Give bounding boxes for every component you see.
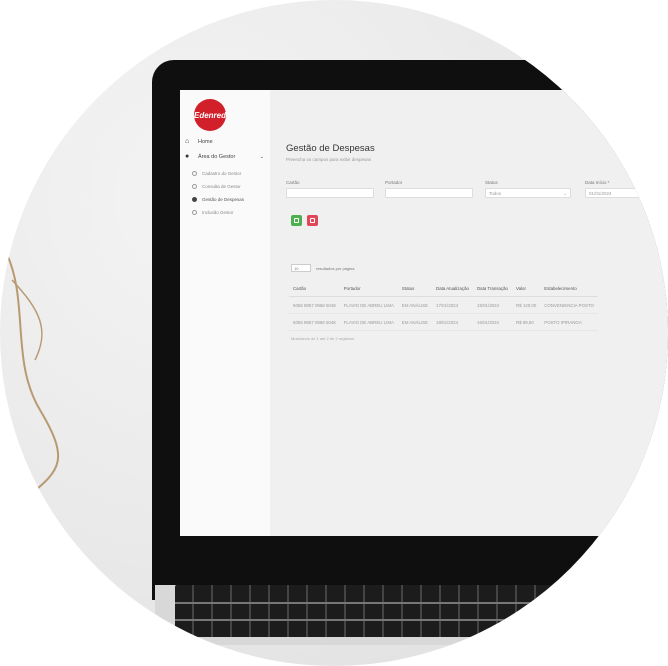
sidebar-subitem-label: Gestão de Despesas <box>202 197 245 202</box>
cell: FLAVIO DE ABREU LIMA <box>339 313 398 331</box>
bullet-icon <box>192 184 197 189</box>
cell: EM ANÁLISE <box>397 313 433 331</box>
sidebar-subitem-label: Inclusão Gestor <box>202 210 234 215</box>
cell: R$ 120,00 <box>512 296 541 314</box>
cell: 16/01/2024 <box>473 313 512 331</box>
page-title: Gestão de Despesas <box>286 143 375 154</box>
cell: 15/01/2024 <box>473 296 512 314</box>
data-inicio-input[interactable]: 01/01/2024 <box>585 188 665 198</box>
edenred-logo: Edenred <box>194 99 226 131</box>
cell: R$ 89,50 <box>512 313 541 331</box>
sidebar-item-label: Área do Gestor <box>198 153 236 160</box>
perpage-label: resultados por página <box>316 265 355 271</box>
portador-input[interactable] <box>385 188 473 198</box>
sidebar-item-area-gestor[interactable]: ● Área do Gestor ⌄ <box>180 153 270 160</box>
trash-icon <box>310 218 315 223</box>
sidebar-subitem-gestao-despesas[interactable]: Gestão de Despesas <box>180 197 244 202</box>
status-select[interactable]: Todos ⌄ <box>485 188 571 198</box>
column-header[interactable]: Portador <box>339 280 398 297</box>
sidebar-item-label: Home <box>198 138 213 145</box>
data-inicio-value: 01/01/2024 <box>589 191 612 196</box>
cell: 5055 8957 0968 5048 <box>289 296 340 314</box>
bullet-icon <box>192 210 197 215</box>
laptop-keyboard <box>155 585 668 645</box>
cell: 17/01/2024 <box>432 296 473 314</box>
column-header[interactable]: Valor <box>512 280 541 297</box>
table-row[interactable]: 5055 8957 0968 5048 FLAVIO DE ABREU LIMA… <box>289 296 598 314</box>
plant-decoration <box>4 249 59 496</box>
column-header[interactable]: Estabelecimento <box>540 280 598 297</box>
bullet-icon <box>192 197 197 202</box>
sidebar: Edenred ⌂ Home ● Área do Gestor ⌄ Cadast… <box>180 90 270 536</box>
perpage-select-value: 10 <box>294 266 299 271</box>
sidebar-subitem-cadastro[interactable]: Cadastro do Gestor <box>180 171 241 176</box>
search-icon <box>294 218 299 223</box>
cell: FLAVIO DE ABREU LIMA <box>339 296 398 314</box>
background-circle: Edenred ⌂ Home ● Área do Gestor ⌄ Cadast… <box>0 0 668 666</box>
sidebar-subitem-label: Cadastro do Gestor <box>202 171 242 176</box>
column-header[interactable]: Data Transação <box>473 280 512 297</box>
sidebar-subitem-consulta[interactable]: Consulta de Gestor <box>180 184 241 189</box>
status-select-value: Todos <box>489 191 502 196</box>
table-row[interactable]: 5055 8957 0968 5048 FLAVIO DE ABREU LIMA… <box>289 313 598 331</box>
chevron-down-icon: ⌄ <box>563 191 567 196</box>
laptop: Edenred ⌂ Home ● Área do Gestor ⌄ Cadast… <box>152 60 668 600</box>
main-content: Gestão de Despesas Preencha os campos pa… <box>270 90 668 536</box>
portador-label: Portador <box>385 180 403 185</box>
status-label: Status <box>485 180 498 185</box>
column-header[interactable]: Status <box>397 280 433 297</box>
clear-button[interactable] <box>307 215 318 226</box>
app-screen: Edenred ⌂ Home ● Área do Gestor ⌄ Cadast… <box>180 90 668 536</box>
chevron-down-icon: ⌄ <box>259 153 264 160</box>
search-button[interactable] <box>291 215 302 226</box>
home-icon: ⌂ <box>185 138 190 145</box>
sidebar-subitem-inclusao[interactable]: Inclusão Gestor <box>180 210 234 215</box>
cell: 18/01/2024 <box>432 313 473 331</box>
keyboard-keys <box>175 585 635 637</box>
cartao-input[interactable] <box>286 188 374 198</box>
table-header-row: Cartão Portador Status Data Atualização … <box>289 280 598 297</box>
user-icon: ● <box>185 153 190 160</box>
cell: CONVENIENCIA POSTO <box>540 296 598 314</box>
page-subtitle: Preencha os campos para exibir despesas <box>286 157 372 162</box>
column-header[interactable]: Data Atualização <box>432 280 473 297</box>
table-info: Mostrando de 1 até 2 de 2 registros <box>291 336 355 341</box>
keyboard-row-divider <box>175 602 635 604</box>
cell: POSTO IPIRANGA <box>540 313 598 331</box>
bullet-icon <box>192 171 197 176</box>
cell: EM ANÁLISE <box>397 296 433 314</box>
column-header[interactable]: Cartão <box>289 280 340 297</box>
keyboard-row-divider <box>175 619 635 621</box>
data-inicio-label: Data Início * <box>585 180 610 185</box>
expenses-table: Cartão Portador Status Data Atualização … <box>289 280 598 331</box>
cell: 5055 8957 0968 5048 <box>289 313 340 331</box>
perpage-select[interactable]: 10 <box>291 264 311 272</box>
cartao-label: Cartão <box>286 180 300 185</box>
sidebar-subitem-label: Consulta de Gestor <box>202 184 241 189</box>
perpage-control: 10 resultados por página <box>291 264 354 272</box>
sidebar-item-home[interactable]: ⌂ Home <box>180 138 213 145</box>
